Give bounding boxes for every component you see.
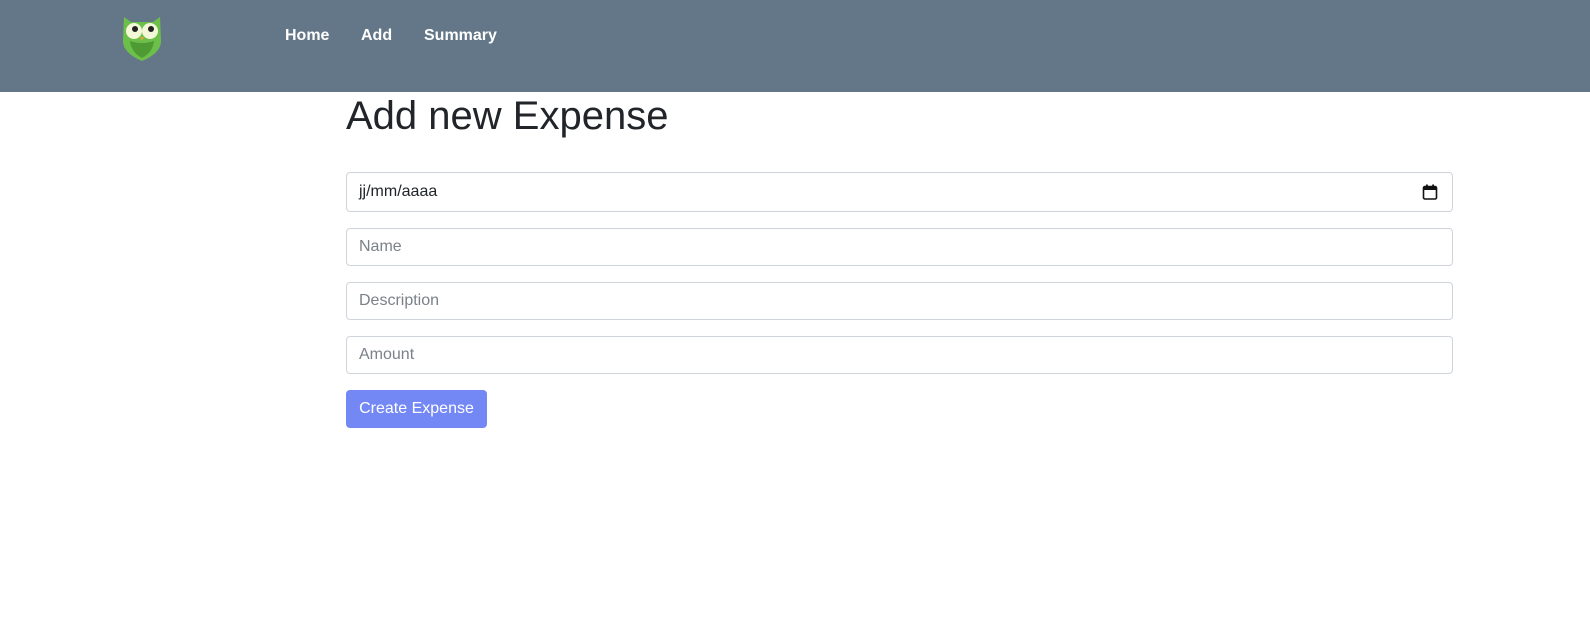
date-field[interactable]: jj/mm/aaaa [346,172,1453,212]
create-expense-button[interactable]: Create Expense [346,390,487,428]
name-input[interactable] [346,228,1453,266]
calendar-icon[interactable] [1422,184,1438,200]
date-field-value: jj/mm/aaaa [359,183,438,200]
description-input[interactable] [346,282,1453,320]
amount-input[interactable] [346,336,1453,374]
owl-logo-icon[interactable] [120,15,164,61]
nav-add-link[interactable]: Add [361,27,392,45]
top-navbar: Home Add Summary [0,0,1590,92]
page-title: Add new Expense [346,94,669,138]
nav-home-link[interactable]: Home [285,27,329,45]
nav-summary-link[interactable]: Summary [424,27,497,45]
